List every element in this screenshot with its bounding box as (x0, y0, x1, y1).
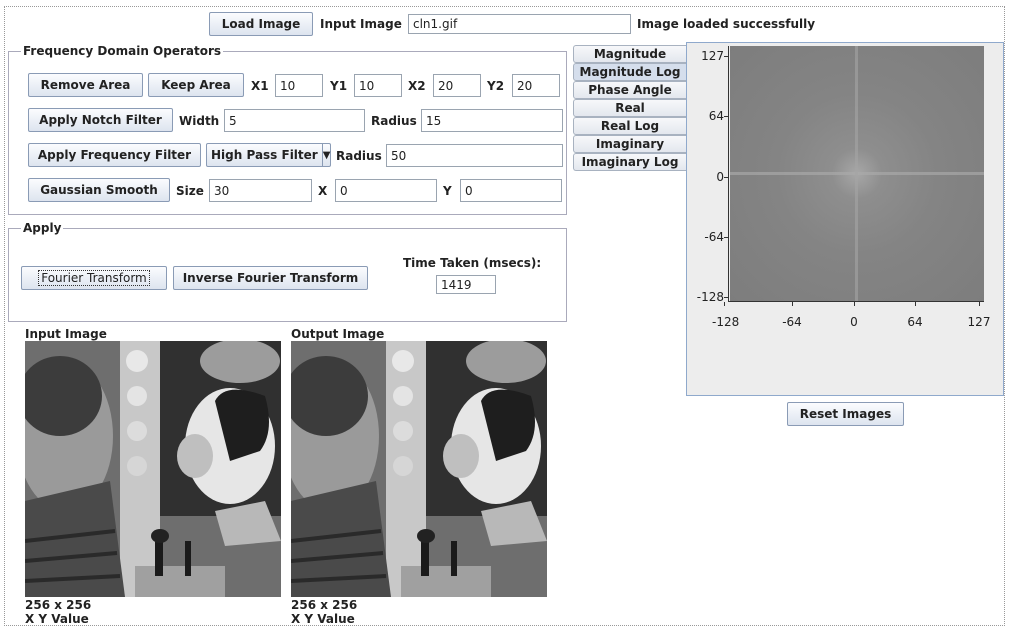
y-label: Y (443, 184, 452, 198)
x-tick-label: -128 (712, 315, 740, 329)
y1-field[interactable]: 10 (354, 74, 402, 97)
input-image-title: Input Image (25, 327, 107, 341)
x-tick-label: 0 (850, 315, 858, 329)
input-image-xy-value: X Y Value (25, 612, 89, 626)
output-image-graphic (291, 341, 547, 597)
x1-field[interactable]: 10 (275, 74, 323, 97)
magnitude-log-spectrum[interactable] (730, 46, 984, 301)
x1-label: X1 (251, 79, 269, 93)
y-tick-mark (724, 176, 728, 178)
size-field[interactable]: 30 (209, 179, 312, 202)
y-tick-label: 64 (708, 109, 724, 124)
input-image-field[interactable]: cln1.gif (408, 14, 631, 34)
gaussian-smooth-button[interactable]: Gaussian Smooth (28, 178, 170, 202)
y-tick-mark (724, 56, 728, 57)
y-tick-label: 0 (716, 169, 724, 184)
spectrum-vertical-line (855, 46, 858, 301)
x-tick-mark (724, 302, 725, 306)
x2-label: X2 (408, 79, 426, 93)
keep-area-button[interactable]: Keep Area (148, 73, 244, 97)
y2-field[interactable]: 20 (512, 74, 560, 97)
tab-magnitude-log[interactable]: Magnitude Log (573, 63, 686, 81)
fourier-transform-button[interactable]: Fourier Transform (21, 266, 167, 290)
x2-field[interactable]: 20 (433, 74, 481, 97)
x-tick-label: -64 (782, 315, 802, 329)
y-tick-label: -128 (696, 290, 724, 304)
radius-field[interactable]: 15 (421, 109, 563, 132)
remove-area-button[interactable]: Remove Area (28, 73, 143, 97)
x-tick-label: 64 (907, 315, 923, 329)
apply-notch-filter-button[interactable]: Apply Notch Filter (28, 108, 173, 132)
time-taken-field: 1419 (436, 275, 496, 294)
y-tick-label: -64 (704, 229, 724, 244)
size-label: Size (176, 184, 204, 198)
y2-label: Y2 (487, 79, 505, 93)
status-text: Image loaded successfully (637, 17, 816, 31)
x-tick-label: 127 (967, 315, 991, 329)
frequency-operators-title: Frequency Domain Operators (21, 44, 224, 58)
apply-title: Apply (21, 221, 64, 235)
filter-type-value: High Pass Filter (211, 148, 318, 162)
radius-label: Radius (371, 114, 417, 128)
tab-real[interactable]: Real (573, 99, 686, 117)
x-tick-mark (979, 302, 980, 306)
y-tick-mark (724, 297, 728, 298)
load-image-button[interactable]: Load Image (209, 12, 313, 36)
filter-type-select[interactable]: High Pass Filter ▼ (206, 143, 331, 167)
radius2-label: Radius (336, 149, 382, 163)
output-image-size: 256 x 256 (291, 598, 358, 612)
input-image-label: Input Image (320, 17, 402, 31)
inverse-fourier-transform-button[interactable]: Inverse Fourier Transform (173, 266, 368, 290)
y-field[interactable]: 0 (460, 179, 562, 202)
chevron-down-icon[interactable]: ▼ (321, 144, 330, 166)
y-tick-label: 127 (701, 49, 724, 63)
tab-imaginary[interactable]: Imaginary (573, 135, 686, 153)
output-image-title: Output Image (291, 327, 385, 341)
time-taken-label: Time Taken (msecs): (403, 256, 542, 270)
x-label: X (318, 184, 328, 198)
radius2-field[interactable]: 50 (386, 144, 563, 167)
load-image-label: Load Image (221, 17, 301, 31)
output-image[interactable] (291, 341, 547, 597)
apply-frequency-filter-button[interactable]: Apply Frequency Filter (28, 143, 201, 167)
tab-phase-angle[interactable]: Phase Angle (573, 81, 686, 99)
output-image-xy-value: X Y Value (291, 612, 355, 626)
width-label: Width (179, 114, 220, 128)
y-tick-mark (724, 236, 728, 238)
tab-real-log[interactable]: Real Log (573, 117, 686, 135)
width-field[interactable]: 5 (224, 109, 365, 132)
reset-images-button[interactable]: Reset Images (787, 402, 904, 426)
x-tick-mark (792, 302, 793, 306)
y-axis-line (728, 46, 729, 302)
y1-label: Y1 (330, 79, 348, 93)
input-image-size: 256 x 256 (25, 598, 92, 612)
y-tick-mark (724, 116, 728, 118)
x-tick-mark (854, 302, 855, 306)
tab-magnitude[interactable]: Magnitude (573, 45, 686, 63)
input-image-graphic (25, 341, 281, 597)
input-image[interactable] (25, 341, 281, 597)
x-axis-line (728, 301, 984, 302)
x-field[interactable]: 0 (335, 179, 437, 202)
x-tick-mark (915, 302, 916, 306)
tab-imaginary-log[interactable]: Imaginary Log (573, 153, 686, 171)
